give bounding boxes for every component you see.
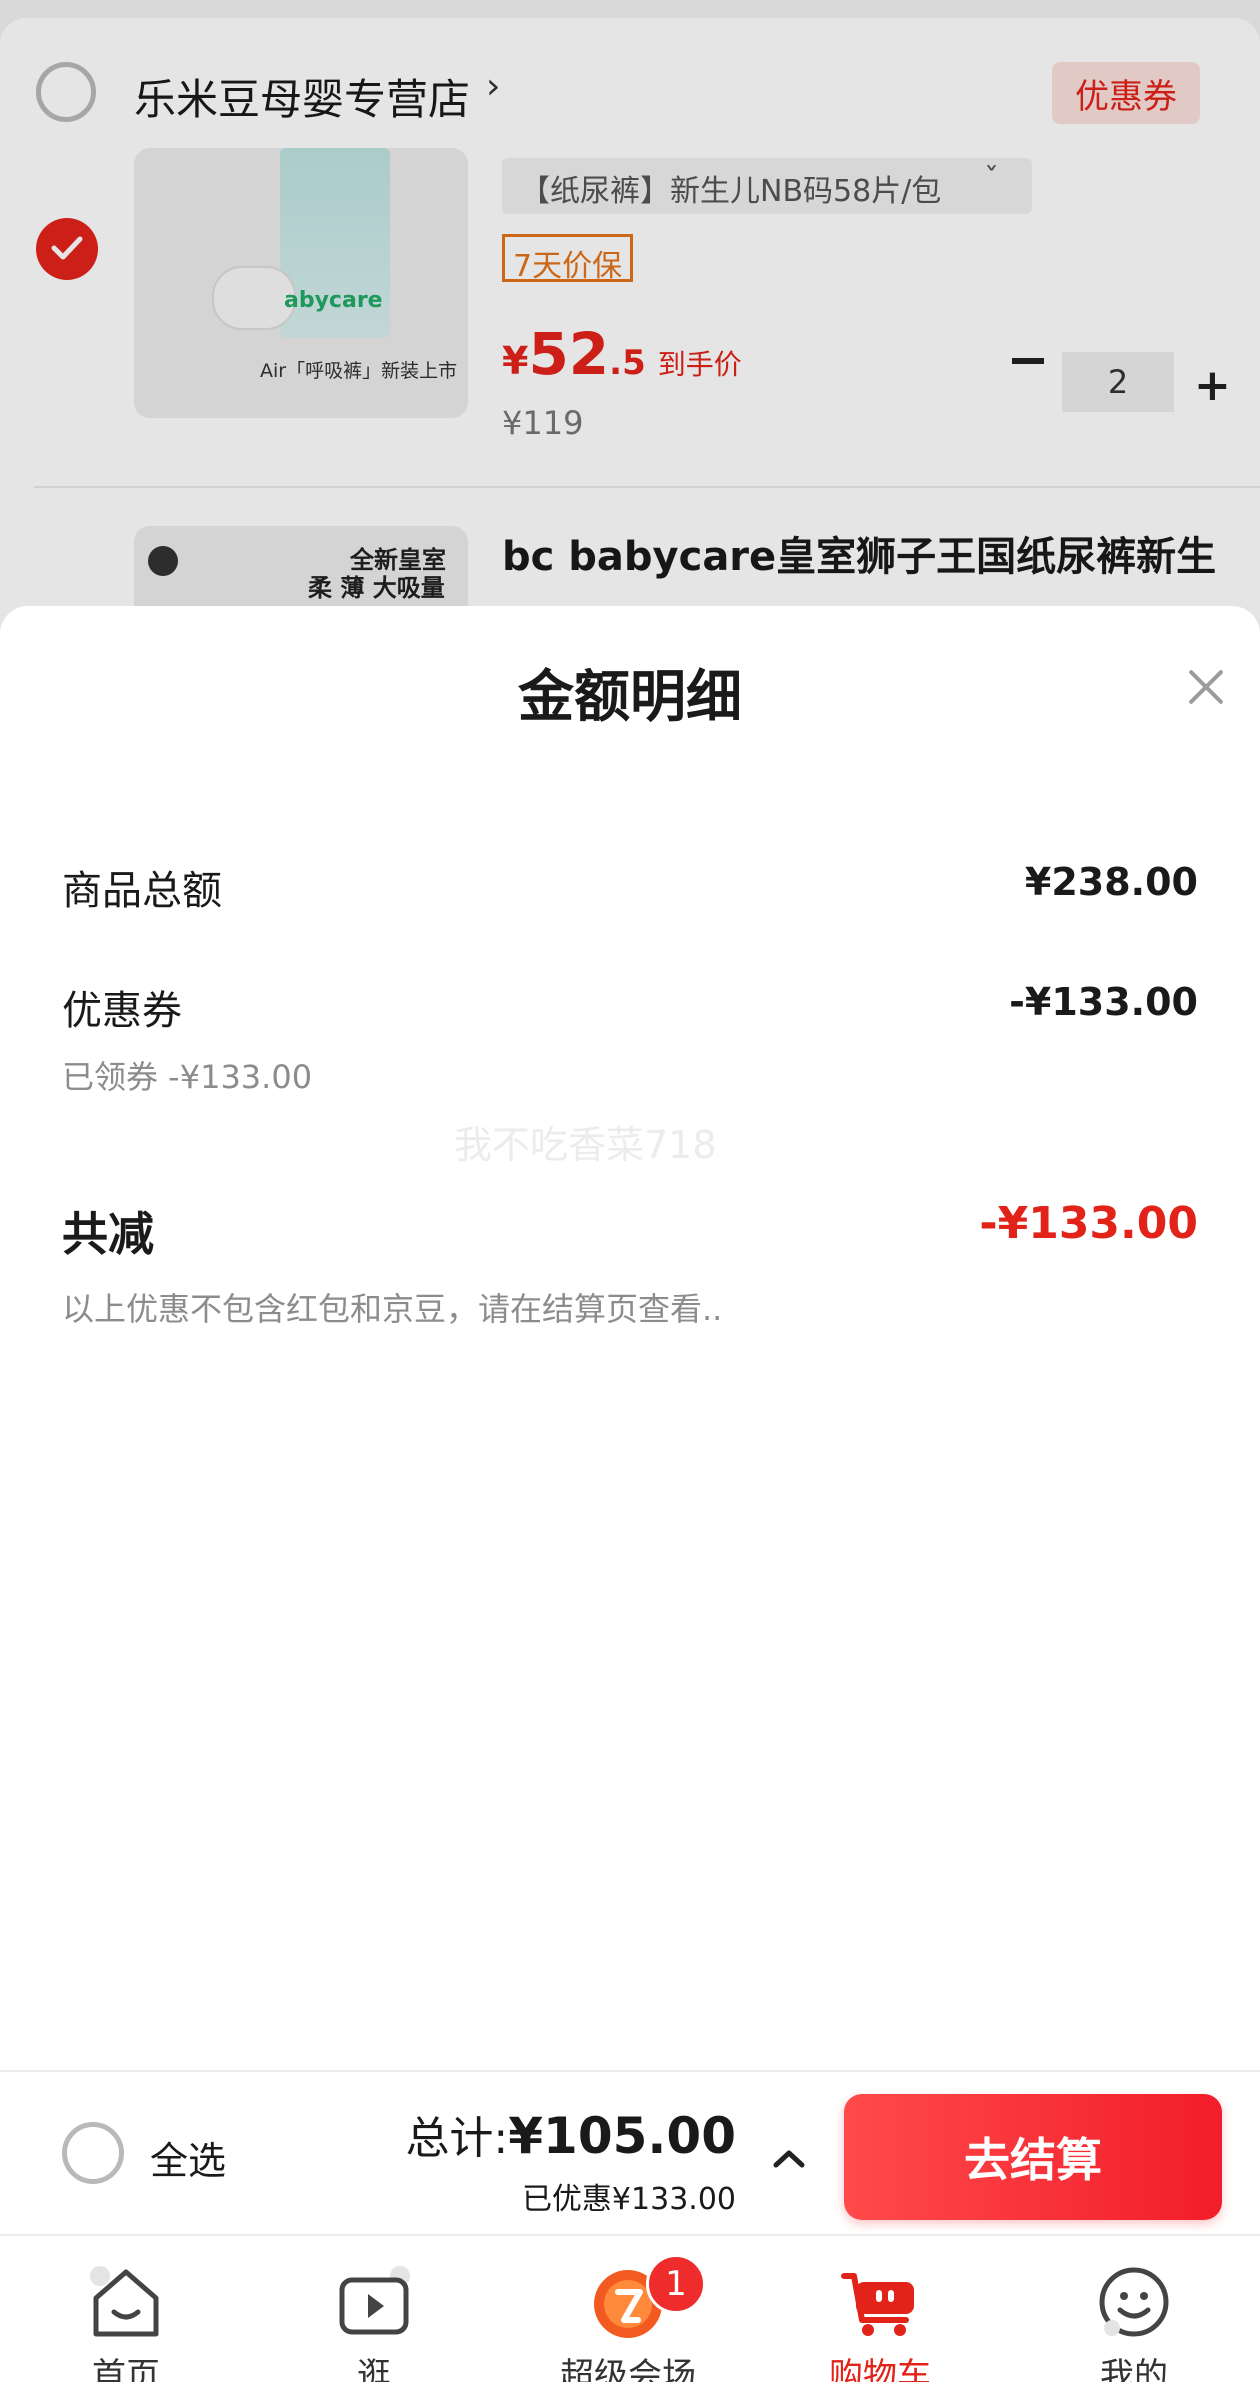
coupon-value: -¥133.00 (1009, 980, 1198, 1024)
bottom-tab-bar: 首页 逛 1 超级会场 购物车 我的 (0, 2234, 1260, 2382)
cart-total: 总计:¥105.00 (405, 2102, 736, 2166)
tab-label: 超级会场 (560, 2356, 696, 2382)
close-icon[interactable] (1186, 666, 1226, 706)
checkout-button[interactable]: 去结算 (844, 2094, 1222, 2220)
video-icon (339, 2266, 410, 2335)
saved-amount: 已优惠¥133.00 (521, 2182, 736, 2217)
tab-home[interactable]: 首页 (26, 2236, 226, 2382)
tab-label: 我的 (1100, 2356, 1168, 2382)
tab-label: 首页 (92, 2356, 160, 2382)
notification-badge: 1 (646, 2254, 706, 2314)
cart-icon (841, 2273, 914, 2336)
goods-total-value: ¥238.00 (1024, 860, 1198, 904)
tab-super-venue[interactable]: 1 超级会场 (528, 2236, 728, 2382)
goods-total-label: 商品总额 (62, 868, 222, 914)
select-all-label[interactable]: 全选 (150, 2130, 226, 2185)
select-all-radio[interactable] (62, 2122, 124, 2184)
amount-detail-sheet: 金额明细 商品总额 ¥238.00 优惠券 -¥133.00 已领券 -¥133… (0, 606, 1260, 2070)
checkout-bar: 全选 总计:¥105.00 已优惠¥133.00 去结算 (0, 2070, 1260, 2234)
cart-background: 乐米豆母婴专营店 › 优惠券 abycare Air「呼吸裤」新装上市 【纸尿裤… (0, 0, 1260, 658)
chevron-up-icon[interactable] (772, 2146, 806, 2170)
discount-note: 以上优惠不包含红包和京豆，请在结算页查看.. (62, 1290, 723, 1328)
home-icon (90, 2266, 159, 2337)
cart-total-value: ¥105.00 (508, 2107, 736, 2165)
sheet-title: 金额明细 (518, 665, 742, 730)
coupon-label: 优惠券 (62, 988, 182, 1034)
tab-label: 购物车 (829, 2356, 931, 2382)
total-reduction-label: 共减 (62, 1207, 154, 1261)
tab-label: 逛 (357, 2356, 391, 2382)
watermark: 我不吃香菜718 (454, 1123, 717, 1167)
tab-browse[interactable]: 逛 (274, 2236, 474, 2382)
coupon-claimed-text: 已领券 -¥133.00 (62, 1058, 313, 1096)
tab-profile[interactable]: 我的 (1034, 2236, 1234, 2382)
profile-icon (1099, 2267, 1169, 2337)
cart-total-label: 总计: (405, 2113, 509, 2164)
tab-cart[interactable]: 购物车 (780, 2236, 980, 2382)
modal-overlay[interactable] (0, 0, 1260, 640)
total-reduction-value: -¥133.00 (979, 1198, 1198, 1249)
